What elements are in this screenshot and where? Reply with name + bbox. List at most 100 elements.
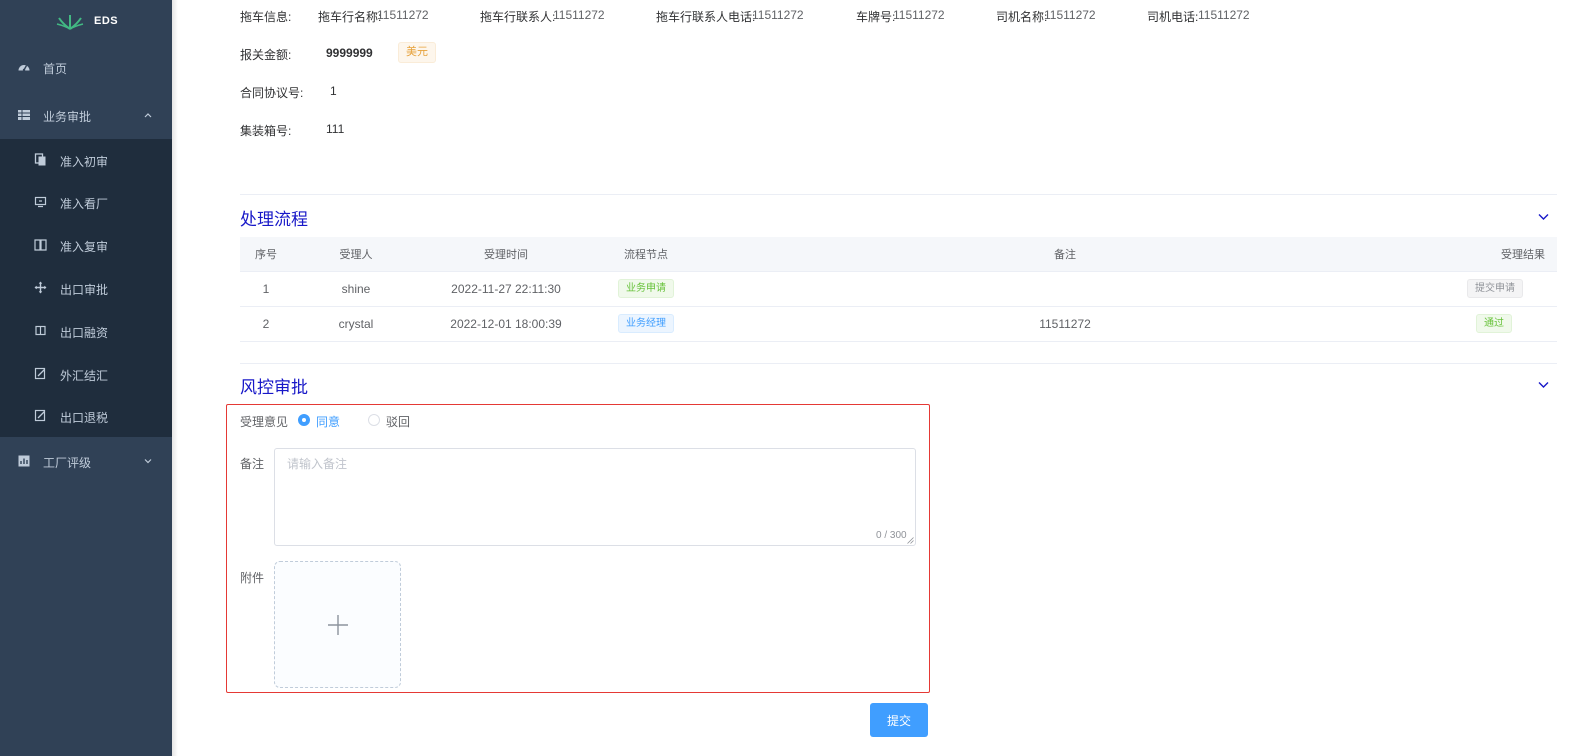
radio-label: 驳回 bbox=[386, 415, 411, 429]
driver-phone-label: 司机电话: bbox=[1147, 10, 1199, 24]
table-row: 1 shine 2022-11-27 22:11:30 业务申请 提交申请 bbox=[240, 271, 1557, 307]
contract-number-value: 1 bbox=[330, 84, 337, 98]
sidebar-item-label: 首页 bbox=[43, 62, 68, 76]
tow-info-label: 拖车信息: bbox=[240, 10, 292, 24]
sidebar-subitem-label: 出口融资 bbox=[60, 326, 109, 340]
monitor-icon bbox=[34, 196, 47, 208]
section-divider bbox=[240, 363, 1557, 364]
sidebar-subitem-label: 出口审批 bbox=[60, 283, 109, 297]
radio-label: 同意 bbox=[316, 415, 341, 429]
remark-textarea[interactable] bbox=[274, 448, 916, 546]
node-tag: 业务经理 bbox=[618, 314, 674, 333]
row-node-cell: 业务经理 bbox=[592, 306, 700, 342]
row-time: 2022-11-27 22:11:30 bbox=[420, 271, 592, 307]
driver-name-label: 司机名称: bbox=[996, 10, 1048, 24]
customs-amount-value: 9999999 bbox=[326, 46, 373, 60]
submenu-business-approval: 准入初审 准入看厂 准入复审 出口审批 出口融资 外汇结汇 出口退税 bbox=[0, 139, 172, 437]
row-handler: crystal bbox=[292, 306, 420, 342]
char-counter: 0 / 300 bbox=[876, 530, 907, 541]
sidebar-subitem-label: 外汇结汇 bbox=[60, 369, 109, 383]
sidebar-item-business-approval[interactable]: 业务审批 bbox=[0, 92, 172, 138]
copy-icon bbox=[34, 153, 46, 166]
tow-contact-value: 11511272 bbox=[553, 8, 605, 22]
plate-value: 11511272 bbox=[893, 8, 945, 22]
row-node-cell: 业务申请 bbox=[592, 271, 700, 307]
sidebar-subitem-export-tax-refund[interactable]: 出口退税 bbox=[0, 395, 172, 437]
sidebar-shadow bbox=[172, 0, 178, 756]
container-number-value: 111 bbox=[326, 122, 345, 136]
columns-icon bbox=[35, 325, 46, 336]
attachment-label: 附件 bbox=[240, 571, 265, 585]
table-header-row: 序号 受理人 受理时间 流程节点 备注 受理结果 bbox=[240, 237, 1557, 272]
column-header: 受理人 bbox=[292, 237, 420, 272]
chart-icon bbox=[18, 455, 30, 467]
process-section-title: 处理流程 bbox=[240, 210, 308, 229]
result-tag: 通过 bbox=[1476, 314, 1512, 333]
chevron-down-icon[interactable] bbox=[1537, 378, 1550, 391]
sidebar-subitem-label: 出口退税 bbox=[60, 411, 109, 425]
chevron-down-icon bbox=[144, 459, 152, 464]
radio-reject[interactable]: 驳回 bbox=[368, 412, 418, 429]
column-header: 备注 bbox=[700, 237, 1430, 272]
row-result-cell: 通过 bbox=[1430, 306, 1557, 342]
contract-number-label: 合同协议号: bbox=[240, 86, 304, 100]
row-number: 1 bbox=[240, 271, 292, 307]
sidebar-item-label: 工厂评级 bbox=[43, 456, 92, 470]
driver-name-value: 11511272 bbox=[1044, 8, 1096, 22]
sidebar-subitem-label: 准入初审 bbox=[60, 155, 109, 169]
resize-grip-icon[interactable] bbox=[907, 537, 914, 544]
row-remark: 11511272 bbox=[700, 306, 1430, 342]
table-icon bbox=[18, 110, 30, 120]
remark-label: 备注 bbox=[240, 457, 265, 471]
submit-button[interactable]: 提交 bbox=[870, 703, 928, 737]
sidebar-subitem-access-factory-visit[interactable]: 准入看厂 bbox=[0, 181, 172, 223]
row-handler: shine bbox=[292, 271, 420, 307]
app-root: EDS 首页 业务审批 准入初审 准入看厂 准入复审 出口审批 出口融资 外汇结… bbox=[0, 0, 1586, 756]
tow-contact-phone-label: 拖车行联系人电话: bbox=[656, 10, 756, 24]
currency-tag: 美元 bbox=[398, 42, 436, 63]
table-row: 2 crystal 2022-12-01 18:00:39 业务经理 11511… bbox=[240, 306, 1557, 342]
sidebar-item-home[interactable]: 首页 bbox=[0, 44, 172, 90]
logo-text: EDS bbox=[94, 15, 119, 27]
book-icon bbox=[34, 239, 47, 251]
risk-section-title: 风控审批 bbox=[240, 378, 308, 397]
sidebar-subitem-export-approval[interactable]: 出口审批 bbox=[0, 267, 172, 309]
node-tag: 业务申请 bbox=[618, 279, 674, 298]
logo: EDS bbox=[0, 0, 172, 44]
edit-icon bbox=[34, 367, 46, 380]
column-header: 受理结果 bbox=[1430, 237, 1557, 272]
column-header: 序号 bbox=[240, 237, 292, 272]
edit-icon bbox=[34, 409, 46, 422]
tow-company-value: 11511272 bbox=[377, 8, 429, 22]
tow-contact-phone-value: 11511272 bbox=[752, 8, 804, 22]
dashboard-icon bbox=[18, 65, 30, 72]
logo-icon bbox=[56, 15, 84, 30]
sidebar-subitem-access-initial-review[interactable]: 准入初审 bbox=[0, 139, 172, 181]
customs-amount-label: 报关金额: bbox=[240, 48, 292, 62]
sidebar-item-factory-rating[interactable]: 工厂评级 bbox=[0, 438, 172, 484]
plate-label: 车牌号: bbox=[856, 10, 896, 24]
sidebar-subitem-label: 准入看厂 bbox=[60, 197, 109, 211]
radio-circle bbox=[298, 414, 310, 426]
sidebar-subitem-fx-settlement[interactable]: 外汇结汇 bbox=[0, 353, 172, 395]
radio-approve[interactable]: 同意 bbox=[298, 412, 348, 429]
move-icon bbox=[34, 281, 47, 294]
row-remark bbox=[700, 271, 1430, 307]
opinion-label: 受理意见 bbox=[240, 415, 289, 429]
radio-circle bbox=[368, 414, 380, 426]
sidebar-subitem-label: 准入复审 bbox=[60, 240, 109, 254]
row-time: 2022-12-01 18:00:39 bbox=[420, 306, 592, 342]
column-header: 受理时间 bbox=[420, 237, 592, 272]
row-number: 2 bbox=[240, 306, 292, 342]
upload-area[interactable] bbox=[274, 561, 401, 688]
sidebar-subitem-access-re-review[interactable]: 准入复审 bbox=[0, 224, 172, 266]
tow-company-label: 拖车行名称: bbox=[318, 10, 382, 24]
sidebar: EDS 首页 业务审批 准入初审 准入看厂 准入复审 出口审批 出口融资 外汇结… bbox=[0, 0, 172, 756]
container-number-label: 集装箱号: bbox=[240, 124, 292, 138]
process-table: 序号 受理人 受理时间 流程节点 备注 受理结果 1 shine 2022-11… bbox=[240, 237, 1557, 342]
row-result-cell: 提交申请 bbox=[1430, 271, 1557, 307]
section-divider bbox=[240, 194, 1557, 195]
driver-phone-value: 11511272 bbox=[1198, 8, 1250, 22]
chevron-down-icon[interactable] bbox=[1537, 210, 1550, 223]
sidebar-subitem-export-financing[interactable]: 出口融资 bbox=[0, 310, 172, 352]
